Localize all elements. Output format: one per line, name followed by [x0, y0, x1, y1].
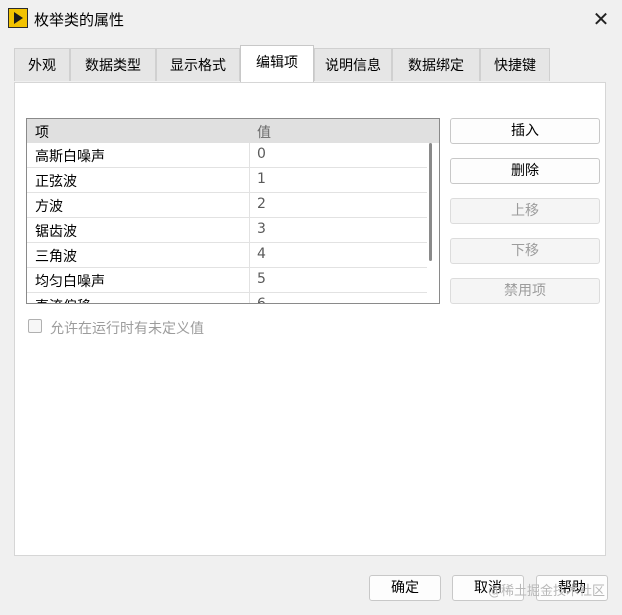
allow-undefined-label: 允许在运行时有未定义值: [50, 321, 204, 337]
table-row[interactable]: 直流偏移 6: [27, 293, 427, 304]
allow-undefined-checkbox[interactable]: [28, 319, 42, 333]
move-up-button[interactable]: 上移: [450, 198, 600, 224]
item-value: 0: [257, 146, 266, 162]
table-row[interactable]: 正弦波 1: [27, 168, 427, 193]
item-name[interactable]: 锯齿波: [35, 221, 77, 241]
table-row[interactable]: 方波 2: [27, 193, 427, 218]
labview-app-icon: [8, 8, 28, 28]
tab-data-binding[interactable]: 数据绑定: [392, 48, 480, 81]
item-value: 5: [257, 271, 266, 287]
table-row[interactable]: 均匀白噪声 5: [27, 268, 427, 293]
table-row[interactable]: 锯齿波 3: [27, 218, 427, 243]
item-name[interactable]: 三角波: [35, 246, 77, 266]
tab-display-format[interactable]: 显示格式: [156, 48, 240, 81]
watermark: @稀土掘金技术社区: [488, 584, 606, 599]
delete-button[interactable]: 删除: [450, 158, 600, 184]
item-name[interactable]: 正弦波: [35, 171, 77, 191]
disable-item-button[interactable]: 禁用项: [450, 278, 600, 304]
vertical-scrollbar[interactable]: [429, 143, 432, 261]
tab-appearance[interactable]: 外观: [14, 48, 70, 81]
item-value: 3: [257, 221, 266, 237]
item-name[interactable]: 高斯白噪声: [35, 146, 105, 166]
items-table[interactable]: 项 值 高斯白噪声 0 正弦波 1 方波 2 锯齿波 3 三角波 4 均匀白噪声…: [26, 118, 440, 304]
item-name[interactable]: 均匀白噪声: [35, 271, 105, 291]
item-value: 2: [257, 196, 266, 212]
move-down-button[interactable]: 下移: [450, 238, 600, 264]
tab-edit-items[interactable]: 编辑项: [240, 45, 314, 82]
item-value: 6: [257, 296, 266, 304]
header-value: 值: [257, 125, 271, 141]
table-row[interactable]: 三角波 4: [27, 243, 427, 268]
table-row[interactable]: 高斯白噪声 0: [27, 143, 427, 168]
insert-button[interactable]: 插入: [450, 118, 600, 144]
close-button[interactable]: ✕: [590, 8, 612, 30]
header-item: 项: [35, 125, 49, 141]
item-value: 4: [257, 246, 266, 262]
tab-documentation[interactable]: 说明信息: [314, 48, 392, 81]
window-title: 枚举类的属性: [34, 11, 125, 29]
item-name[interactable]: 直流偏移: [35, 296, 91, 303]
tab-shortcuts[interactable]: 快捷键: [480, 48, 550, 81]
item-name[interactable]: 方波: [35, 196, 63, 216]
tab-data-type[interactable]: 数据类型: [70, 48, 156, 81]
ok-button[interactable]: 确定: [369, 575, 441, 601]
item-value: 1: [257, 171, 266, 187]
title-bar: 枚举类的属性 ✕: [0, 0, 622, 36]
table-header: 项 值: [27, 119, 439, 143]
